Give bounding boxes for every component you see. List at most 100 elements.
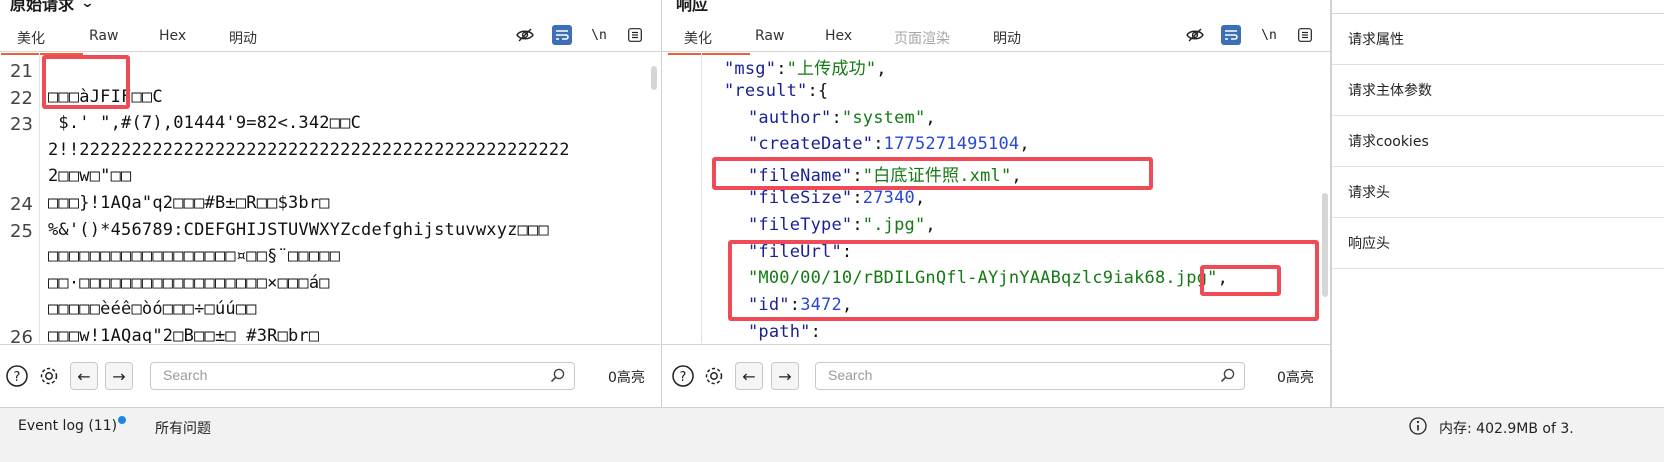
side-item-request-attributes[interactable]: 请求属性 <box>1332 14 1664 65</box>
json-punctuation: , <box>914 188 926 208</box>
request-panel-title: 原始请求 <box>10 0 75 14</box>
response-search-input[interactable] <box>828 367 1188 383</box>
line-number-gutter <box>662 53 702 343</box>
memory-usage: 内存: 402.9MB of 3. <box>1439 421 1574 437</box>
json-punctuation: : <box>852 188 863 208</box>
json-line: "author":"system", <box>748 108 936 128</box>
side-item-request-headers[interactable]: 请求头 <box>1332 167 1664 218</box>
json-key: "author" <box>748 108 832 128</box>
event-log-link[interactable]: Event log (11) <box>18 418 117 434</box>
help-icon[interactable]: ? <box>671 364 695 388</box>
wrap-lines-icon[interactable] <box>552 25 572 45</box>
code-line: □□·□□□□□□□□□□□□□□□□□□×□□□á□ <box>48 273 330 293</box>
tab-raw[interactable]: Raw <box>755 28 784 44</box>
json-line: "path": <box>748 322 821 342</box>
next-match-button[interactable]: → <box>771 362 799 390</box>
chevron-down-icon[interactable]: ⌄ <box>80 0 94 11</box>
json-line: "result":{ <box>724 81 828 101</box>
code-line: $.' ",#(7),01444'9=82<.342□□C <box>48 113 362 133</box>
request-editor[interactable]: 21 22 □□□àJFIF□□C 23 $.' ",#(7),01444'9=82<… <box>0 53 660 343</box>
code-line: □□□□□èéê□òó□□□÷□úú□□ <box>48 299 257 319</box>
tab-mingdong[interactable]: 明动 <box>993 28 1021 48</box>
response-search-row: ? ← → 0高亮 <box>662 344 1330 406</box>
search-icon[interactable] <box>550 368 566 388</box>
hide-eye-icon[interactable] <box>515 25 535 45</box>
json-key: "fileSize" <box>748 188 853 208</box>
menu-icon[interactable] <box>625 25 645 45</box>
notification-dot <box>118 416 126 424</box>
json-punctuation: : <box>852 215 863 235</box>
response-panel: 响应 美化 Raw Hex 页面渲染 明动 \n "msg":"上传成功", "r… <box>662 0 1330 427</box>
annotation-box-jpeg-header <box>42 55 130 109</box>
json-key: "fileType" <box>748 215 853 235</box>
code-line: 2!!2222222222222222222222222222222222222… <box>48 140 570 160</box>
tab-page-render[interactable]: 页面渲染 <box>894 28 950 48</box>
hide-eye-icon[interactable] <box>1185 25 1205 45</box>
tab-hex[interactable]: Hex <box>159 28 186 44</box>
line-number: 24 <box>10 194 33 215</box>
response-editor[interactable]: "msg":"上传成功", "result":{"author":"system"… <box>662 53 1330 343</box>
json-punctuation: : <box>810 322 822 342</box>
json-punctuation: : <box>831 108 842 128</box>
json-string-value: "system" <box>841 108 926 128</box>
settings-gear-icon[interactable] <box>37 364 61 388</box>
code-line: □□□}!1AQa"q2□□□#B±□R□□$3br□ <box>48 193 330 213</box>
all-issues-link[interactable]: 所有问题 <box>155 418 211 438</box>
newline-icon[interactable]: \n <box>1259 25 1279 45</box>
tab-raw[interactable]: Raw <box>89 28 118 44</box>
json-line: "msg":"上传成功", <box>724 54 887 79</box>
tab-pretty[interactable]: 美化 <box>668 28 750 55</box>
json-number-value: 27340 <box>862 188 915 208</box>
annotation-box-filename <box>712 157 1153 190</box>
json-key: "path" <box>748 322 811 342</box>
request-search-input[interactable] <box>163 367 523 383</box>
previous-match-button[interactable]: ← <box>735 362 763 390</box>
side-item-request-body-params[interactable]: 请求主体参数 <box>1332 65 1664 116</box>
request-search-box[interactable] <box>150 362 575 390</box>
menu-icon[interactable] <box>1295 25 1315 45</box>
json-line: "fileSize":27340, <box>748 188 925 208</box>
response-search-box[interactable] <box>815 362 1245 390</box>
request-scrollbar[interactable] <box>651 66 657 90</box>
line-number: 23 <box>10 114 33 135</box>
response-highlight-count: 0高亮 <box>1277 370 1314 386</box>
newline-icon[interactable]: \n <box>589 25 609 45</box>
json-punctuation: , <box>925 108 936 128</box>
response-panel-title: 响应 <box>676 0 709 14</box>
search-icon[interactable] <box>1220 368 1236 388</box>
json-punctuation: , <box>925 215 936 235</box>
json-key: "createDate" <box>748 134 874 154</box>
tab-hex[interactable]: Hex <box>825 28 852 44</box>
request-search-row: ? ← → 0高亮 <box>0 344 660 406</box>
line-number: 26 <box>10 327 33 343</box>
line-number: 22 <box>10 88 33 109</box>
info-icon[interactable] <box>1409 417 1427 439</box>
tab-mingdong[interactable]: 明动 <box>229 28 257 48</box>
code-line: □□□w!1AQaq"2□B□□±□ #3R□br□ <box>48 326 320 343</box>
inspector-side-panel: 请求属性 请求主体参数 请求cookies 请求头 响应头 <box>1331 0 1664 407</box>
wrap-lines-icon[interactable] <box>1221 25 1241 45</box>
response-scrollbar[interactable] <box>1322 193 1328 297</box>
json-punctuation: : <box>873 134 884 154</box>
code-line: □□□□□□□□□□□□□□□□□□¤□□§¨□□□□□ <box>48 246 341 266</box>
request-highlight-count: 0高亮 <box>608 370 645 386</box>
previous-match-button[interactable]: ← <box>70 362 98 390</box>
annotation-box-jpg-extension <box>1200 265 1281 296</box>
next-match-button[interactable]: → <box>105 362 133 390</box>
json-key: "result" <box>724 81 808 101</box>
json-punctuation: , <box>876 59 887 79</box>
request-panel-header[interactable]: 原始请求 ⌄ <box>10 0 95 15</box>
json-punctuation: :{ <box>807 81 829 101</box>
settings-gear-icon[interactable] <box>702 364 726 388</box>
response-panel-header: 响应 <box>676 0 708 15</box>
status-bar: Event log (11) 所有问题 内存: 402.9MB of 3. <box>0 407 1664 462</box>
code-line: %&'()*456789:CDEFGHIJSTUVWXYZcdefghijstu… <box>48 220 549 240</box>
line-number: 25 <box>10 221 33 242</box>
side-item-request-cookies[interactable]: 请求cookies <box>1332 116 1664 167</box>
tab-pretty[interactable]: 美化 <box>1 28 83 55</box>
svg-text:?: ? <box>680 370 687 385</box>
help-icon[interactable]: ? <box>5 364 29 388</box>
json-line: "fileType":".jpg", <box>748 215 936 235</box>
json-punctuation: , <box>1019 134 1030 154</box>
side-item-response-headers[interactable]: 响应头 <box>1332 218 1664 269</box>
